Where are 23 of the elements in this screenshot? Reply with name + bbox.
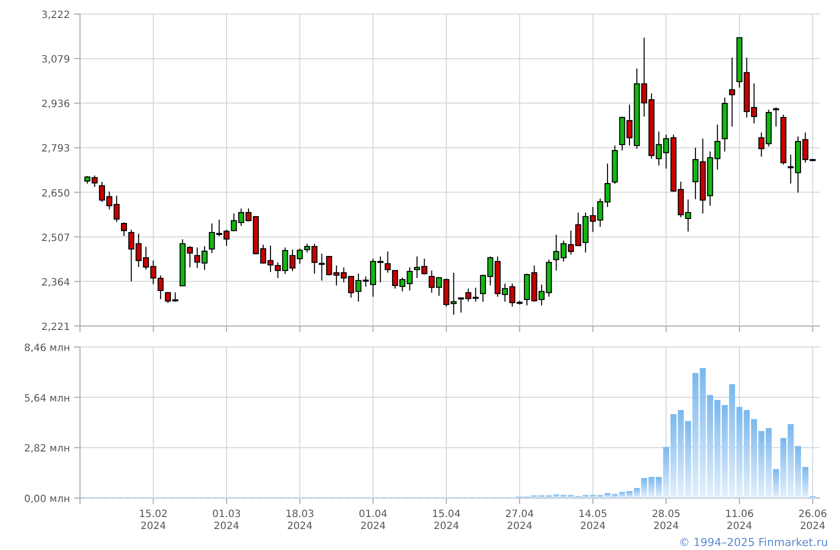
x-axis-label: 15.04 2024: [432, 509, 461, 532]
y-axis-label: 3,079: [41, 54, 70, 66]
y-axis-label: 8,46 млн: [24, 343, 70, 354]
y-axis-label: 2,936: [41, 99, 70, 110]
x-axis-label: 15.02 2024: [138, 509, 168, 532]
x-axis-label: 01.03 2024: [212, 509, 241, 532]
y-axis-label: 2,507: [41, 232, 70, 244]
y-axis-label: 5,64 млн: [24, 393, 70, 404]
y-axis-label: 2,650: [41, 188, 70, 200]
y-axis-label: 3,222: [41, 10, 70, 21]
x-axis-label: 26.06 2024: [798, 509, 827, 532]
x-axis-label: 18.03 2024: [285, 509, 314, 532]
y-axis-label: 2,793: [41, 144, 70, 155]
y-axis-label: 2,82 млн: [24, 444, 70, 455]
x-axis-label: 27.04 2024: [505, 509, 534, 532]
x-axis-label: 01.04 2024: [358, 509, 388, 532]
x-axis-label: 14.05 2024: [578, 509, 608, 532]
copyright-link[interactable]: © 1994–2025 Finmarket.ru: [678, 536, 828, 548]
y-axis-label: 2,364: [41, 277, 70, 288]
x-axis-label: 11.06 2024: [725, 509, 754, 532]
y-axis-label: 2,221: [41, 322, 70, 333]
y-axis-label: 0,00 млн: [24, 494, 70, 505]
x-axis-label: 28.05 2024: [652, 509, 680, 532]
